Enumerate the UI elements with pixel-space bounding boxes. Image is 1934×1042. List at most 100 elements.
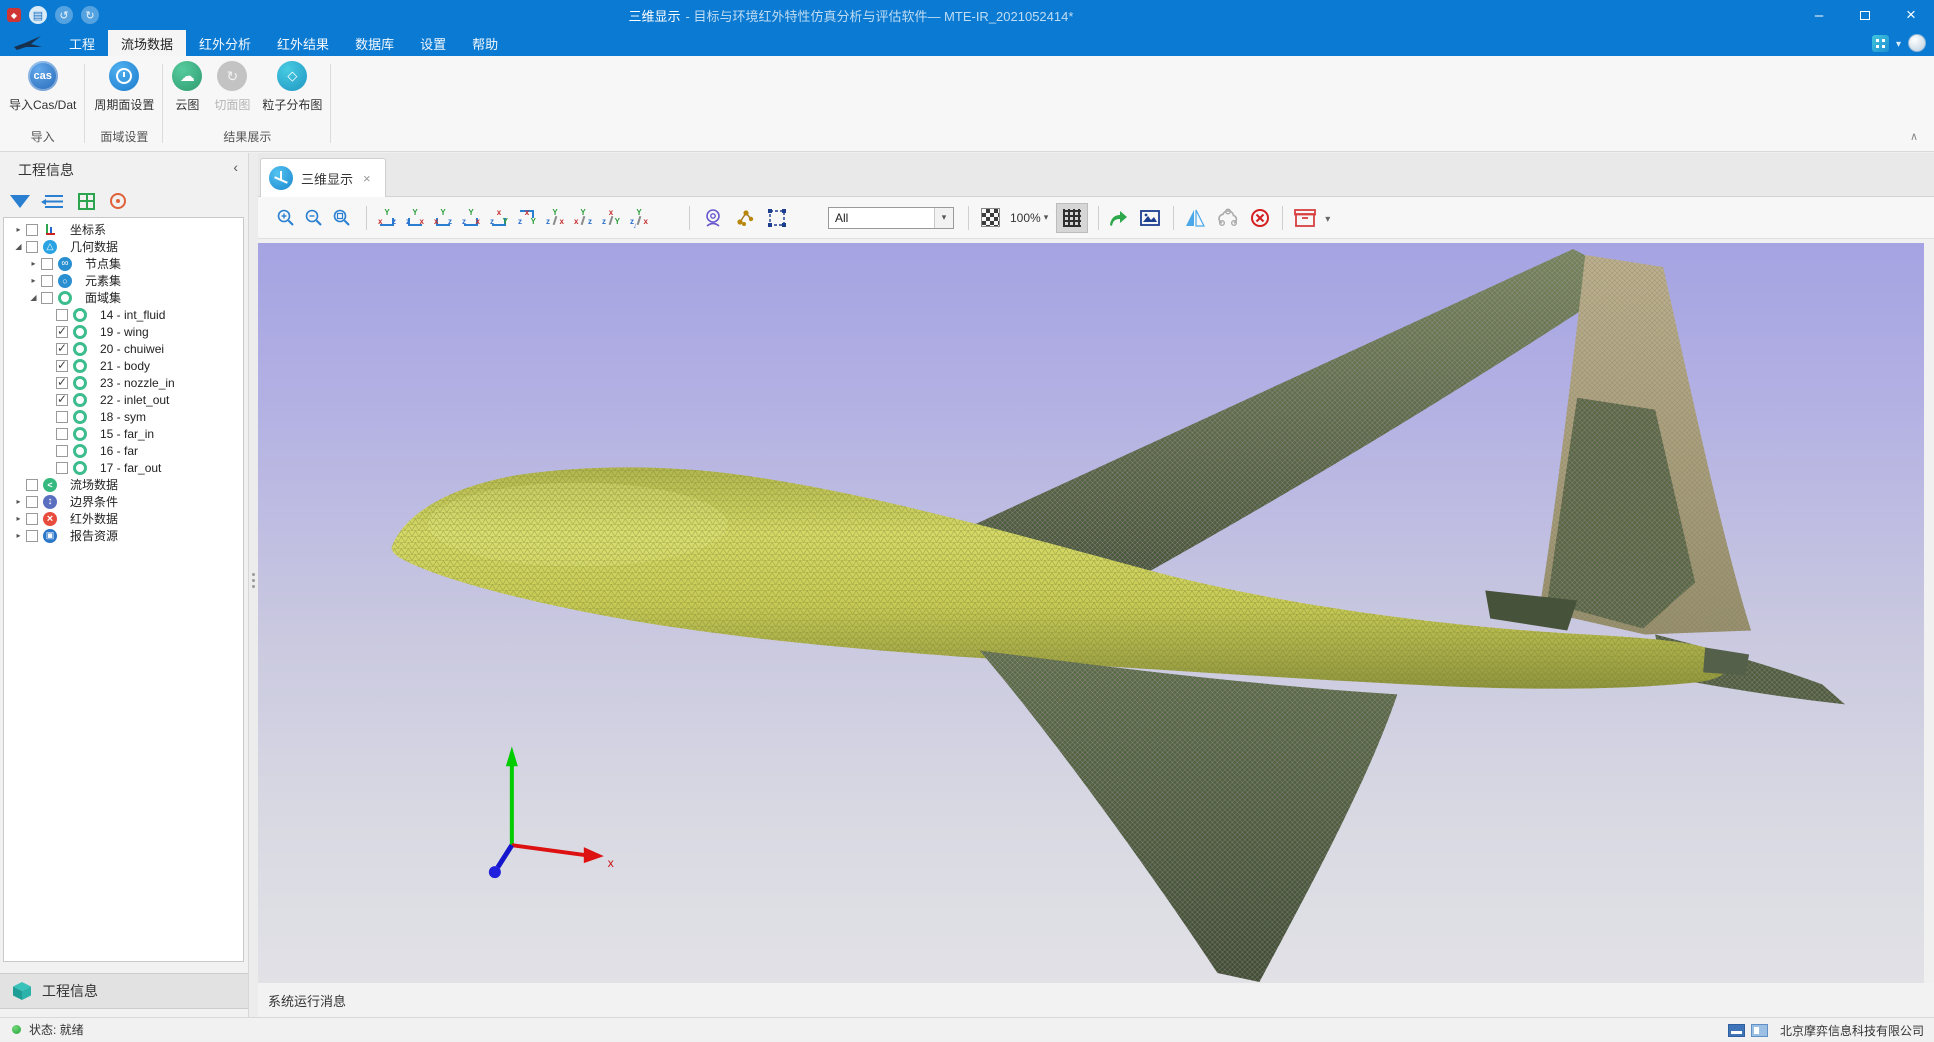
tree-checkbox[interactable] xyxy=(56,360,68,372)
tree-checkbox[interactable] xyxy=(56,445,68,457)
layout-toggle-icon[interactable] xyxy=(1728,1024,1745,1037)
select-box-icon[interactable] xyxy=(766,207,788,229)
menu-item[interactable]: 设置 xyxy=(407,30,459,56)
display-filter-select[interactable]: All xyxy=(828,207,954,229)
ribbon-button[interactable]: cas 导入Cas/Dat xyxy=(6,61,79,113)
view-orientation-icon[interactable]: Y x z xyxy=(377,208,397,228)
zoom-fit-icon[interactable] xyxy=(332,208,352,228)
cancel-icon[interactable] xyxy=(1250,208,1270,228)
tree-item[interactable]: ▸ 节点集 xyxy=(4,255,243,272)
zoom-in-icon[interactable] xyxy=(276,208,296,228)
app-pin-icon[interactable] xyxy=(7,8,21,22)
view-orientation-icon[interactable]: x z Y xyxy=(517,208,537,228)
tree-checkbox[interactable] xyxy=(41,258,53,270)
tree-checkbox[interactable] xyxy=(56,411,68,423)
collapse-panel-icon[interactable] xyxy=(233,159,238,175)
locate-icon[interactable] xyxy=(110,193,126,209)
tree-checkbox[interactable] xyxy=(26,513,38,525)
tree-checkbox[interactable] xyxy=(56,377,68,389)
tree-item[interactable]: 22 - inlet_out xyxy=(4,391,243,408)
grid-view-icon[interactable] xyxy=(78,193,95,210)
tree-item[interactable]: ▸ 元素集 xyxy=(4,272,243,289)
tree-expander[interactable]: ◢ xyxy=(12,242,25,251)
mesh-toggle-button[interactable] xyxy=(1056,203,1088,233)
tree-item[interactable]: ▸ 红外数据 xyxy=(4,510,243,527)
tree-checkbox[interactable] xyxy=(56,462,68,474)
tree-item[interactable]: 15 - far_in xyxy=(4,425,243,442)
transparency-icon[interactable] xyxy=(981,208,1000,227)
menu-item[interactable]: 流场数据 xyxy=(108,30,186,56)
ribbon-button[interactable]: 云图 xyxy=(169,61,205,113)
tree-item[interactable]: ◢ 几何数据 xyxy=(4,238,243,255)
tree-item[interactable]: 18 - sym xyxy=(4,408,243,425)
filter-icon[interactable] xyxy=(10,195,30,208)
tab-3d-view[interactable]: 三维显示 xyxy=(260,158,386,197)
tree-checkbox[interactable] xyxy=(26,241,38,253)
redo-icon[interactable] xyxy=(81,6,99,24)
view-orientation-icon[interactable]: Y x z xyxy=(573,208,593,228)
tree-checkbox[interactable] xyxy=(41,275,53,287)
tree-checkbox[interactable] xyxy=(56,428,68,440)
tree-expander[interactable]: ▸ xyxy=(27,276,40,285)
ribbon-button[interactable]: 粒子分布图 xyxy=(259,61,325,113)
panel-footer-tab[interactable]: 工程信息 xyxy=(0,973,248,1009)
tree-item[interactable]: 17 - far_out xyxy=(4,459,243,476)
ribbon-button[interactable]: 切面图 xyxy=(211,61,253,113)
tree-item[interactable]: ▸ 报告资源 xyxy=(4,527,243,544)
apps-grid-icon[interactable] xyxy=(1872,35,1889,52)
menu-item[interactable]: 红外结果 xyxy=(264,30,342,56)
menu-item[interactable]: 数据库 xyxy=(342,30,407,56)
tree-checkbox[interactable] xyxy=(56,394,68,406)
tree-expander[interactable]: ▸ xyxy=(12,225,25,234)
tree-checkbox[interactable] xyxy=(56,326,68,338)
tree-expander[interactable]: ▸ xyxy=(12,514,25,523)
cloud-share-icon[interactable] xyxy=(1216,207,1240,229)
3d-viewport[interactable]: x xyxy=(258,243,1924,983)
maximize-button[interactable] xyxy=(1842,0,1888,30)
view-orientation-icon[interactable]: Y z x xyxy=(545,208,565,228)
zoom-out-icon[interactable] xyxy=(304,208,324,228)
tree-expander[interactable]: ▸ xyxy=(12,497,25,506)
view-orientation-icon[interactable]: Y x z xyxy=(433,208,453,228)
export-arrow-icon[interactable] xyxy=(1107,207,1129,229)
tree-item[interactable]: 23 - nozzle_in xyxy=(4,374,243,391)
user-avatar-icon[interactable] xyxy=(1908,34,1926,52)
tree-item[interactable]: 14 - int_fluid xyxy=(4,306,243,323)
tree-item[interactable]: 16 - far xyxy=(4,442,243,459)
tree-item[interactable]: ▸ 边界条件 xyxy=(4,493,243,510)
screenshot-icon[interactable] xyxy=(1139,208,1161,228)
tree-checkbox[interactable] xyxy=(56,343,68,355)
tree-item[interactable]: 流场数据 xyxy=(4,476,243,493)
undo-icon[interactable] xyxy=(55,6,73,24)
view-orientation-icon[interactable]: x z Y xyxy=(601,208,621,228)
archive-dropdown-icon[interactable] xyxy=(1325,209,1330,227)
combo-dropdown-icon[interactable] xyxy=(934,208,953,228)
ribbon-button[interactable]: 周期面设置 xyxy=(91,61,157,113)
tree-item[interactable]: ◢ 面域集 xyxy=(4,289,243,306)
tree-item[interactable]: 20 - chuiwei xyxy=(4,340,243,357)
menu-item[interactable]: 工程 xyxy=(56,30,108,56)
tree-checkbox[interactable] xyxy=(41,292,53,304)
view-orientation-icon[interactable]: Y z x xyxy=(461,208,481,228)
zoom-level-dropdown[interactable]: 100% xyxy=(1010,211,1048,225)
collapse-ribbon-icon[interactable] xyxy=(1910,130,1918,143)
new-document-icon[interactable] xyxy=(29,6,47,24)
tree-expander[interactable]: ◢ xyxy=(27,293,40,302)
tree-checkbox[interactable] xyxy=(26,224,38,236)
particles-icon[interactable] xyxy=(734,207,756,229)
tree-expander[interactable]: ▸ xyxy=(27,259,40,268)
view-orientation-icon[interactable]: x z Y xyxy=(489,208,509,228)
chevron-down-icon[interactable] xyxy=(1896,34,1901,52)
view-orientation-icon[interactable]: Y z x xyxy=(629,208,649,228)
tree-item[interactable]: ▸ 坐标系 xyxy=(4,221,243,238)
close-button[interactable] xyxy=(1888,0,1934,30)
tab-close-icon[interactable] xyxy=(363,171,371,186)
panel-splitter[interactable] xyxy=(249,153,258,1017)
camera-icon[interactable] xyxy=(702,207,724,229)
view-orientation-icon[interactable]: Y z x xyxy=(405,208,425,228)
tree-checkbox[interactable] xyxy=(26,479,38,491)
tree-checkbox[interactable] xyxy=(26,496,38,508)
tree-checkbox[interactable] xyxy=(26,530,38,542)
tree-checkbox[interactable] xyxy=(56,309,68,321)
tree-expander[interactable]: ▸ xyxy=(12,531,25,540)
